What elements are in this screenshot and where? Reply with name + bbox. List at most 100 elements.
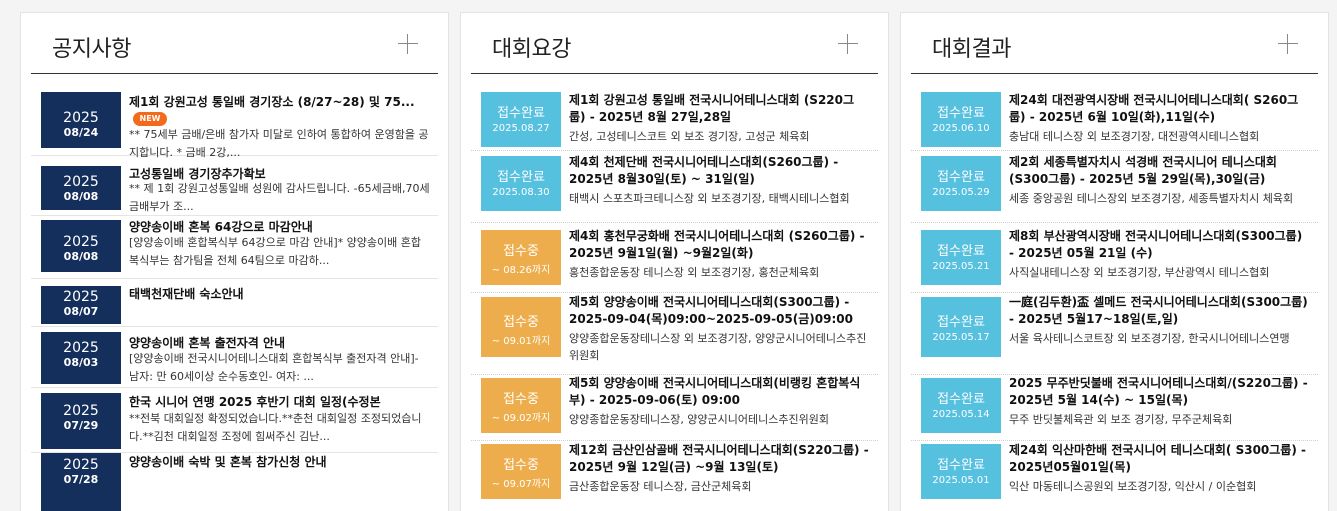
badge-date: ~ 09.02까지 [491,413,551,424]
notice-desc: ** 제 1회 강원고성통일배 성원에 감사드립니다. -65세금배,70세금배… [129,182,430,213]
status-badge: 접수중 ~ 09.02까지 [481,378,561,433]
result-venue: 세종 중앙공원 테니스장외 보조경기장, 세종특별자치시 체육회 [1009,192,1294,205]
notice-date-year: 2025 [63,403,99,419]
results-panel-title: 대회결과 [932,37,1011,62]
result-item[interactable]: 접수완료 2025.05.17 一庭(김두환)盃 셀메드 전국시니어테니스대회(… [911,293,1318,375]
badge-date: ~ 08.26까지 [491,265,551,276]
notice-desc: **전북 대회일정 확정되었습니다.**춘천 대회일정 조정되었습니다.**김천… [129,412,422,443]
notice-date: 2025 07/29 [41,393,121,449]
badge-status: 접수완료 [937,315,985,330]
result-title: 一庭(김두환)盃 셀메드 전국시니어테니스대회(S300그룹) - 2025년 … [1009,295,1308,326]
notice-item[interactable]: 2025 08/24 제1회 강원고성 통일배 경기장소 (8/27~28) 및… [31,74,438,159]
result-title: 제24회 익산마한배 전국시니어 테니스대회( S300그룹) - 2025년0… [1009,443,1306,474]
notice-date-year: 2025 [63,340,99,356]
badge-status: 접수완료 [937,106,985,121]
notice-item[interactable]: 2025 08/03 양양송이배 혼복 출전자격 안내 [양양송이배 전국시니어… [31,327,438,388]
results-panel: 대회결과 접수완료 2025.06.10 제24회 대전광역시장배 전국시니어테… [900,12,1329,511]
guideline-item[interactable]: 접수중 ~ 09.07까지 제12회 금산인삼골배 전국시니어테니스대회(S22… [471,441,878,511]
status-badge: 접수완료 2025.08.27 [481,92,561,147]
notice-item[interactable]: 2025 08/07 태백천재단배 숙소안내 [31,279,438,327]
notice-title: 양양송이배 혼복 64강으로 마감안내 [129,220,313,234]
guideline-title: 제5회 양양송이배 전국시니어테니스대회(비랭킹 혼합복식부) - 2025-0… [569,376,861,407]
badge-date: 2025.08.30 [492,187,550,198]
badge-status: 접수중 [503,458,539,473]
guideline-title: 제4회 홍천무궁화배 전국시니어테니스대회 (S260그룹) - 2025년 9… [569,229,865,260]
status-badge: 접수완료 2025.08.30 [481,156,561,211]
notice-date: 2025 08/08 [41,166,121,210]
notice-date: 2025 08/08 [41,220,121,272]
badge-date: 2025.05.29 [932,187,990,198]
guidelines-panel-header: 대회요강 [471,13,878,74]
notice-date: 2025 07/28 [41,453,121,511]
guideline-item[interactable]: 접수중 ~ 09.01까지 제5회 양양송이배 전국시니어테니스대회(S300그… [471,293,878,375]
notice-item[interactable]: 2025 07/29 한국 시니어 연맹 2025 후반기 대회 일정(수정본 … [31,388,438,453]
badge-status: 접수중 [503,392,539,407]
notice-item[interactable]: 2025 08/08 양양송이배 혼복 64강으로 마감안내 [양양송이배 혼합… [31,216,438,279]
notice-date-year: 2025 [63,110,99,126]
guidelines-panel: 대회요강 접수완료 2025.08.27 제1회 강원고성 통일배 전국시니어테… [460,12,889,511]
notice-title: 태백천재단배 숙소안내 [129,287,244,301]
notice-date-year: 2025 [63,234,99,250]
guideline-item[interactable]: 접수중 ~ 09.02까지 제5회 양양송이배 전국시니어테니스대회(비랭킹 혼… [471,375,878,441]
results-list: 접수완료 2025.06.10 제24회 대전광역시장배 전국시니어테니스대회(… [911,91,1318,511]
notice-item[interactable]: 2025 07/28 양양송이배 숙박 및 혼복 참가신청 안내 [31,453,438,511]
badge-status: 접수완료 [937,392,985,407]
result-item[interactable]: 접수완료 2025.05.29 제2회 세종특별자치시 석경배 전국시니어 테니… [911,151,1318,223]
notice-more-plus-icon[interactable] [398,34,418,54]
status-badge: 접수완료 2025.05.17 [921,297,1001,357]
guidelines-more-plus-icon[interactable] [838,34,858,54]
notice-date: 2025 08/03 [41,332,121,384]
notice-date-year: 2025 [63,289,99,305]
badge-date: 2025.06.10 [932,123,990,134]
notice-date-md: 08/08 [63,250,99,263]
badge-date: 2025.08.27 [492,123,550,134]
notice-desc: [양양송이배 전국시니어테니스대회 혼합복식부 출전자격 안내]- 남자: 만 … [129,352,419,383]
notice-date-md: 07/29 [63,419,99,432]
guideline-item[interactable]: 접수중 ~ 08.26까지 제4회 홍천무궁화배 전국시니어테니스대회 (S26… [471,223,878,293]
badge-date: ~ 09.01까지 [491,336,551,347]
result-item[interactable]: 접수완료 2025.05.01 제24회 익산마한배 전국시니어 테니스대회( … [911,441,1318,511]
badge-date: 2025.05.21 [932,261,990,272]
notice-date-year: 2025 [63,457,99,473]
badge-status: 접수중 [503,315,539,330]
notice-title: 한국 시니어 연맹 2025 후반기 대회 일정(수정본 [129,395,381,409]
status-badge: 접수완료 2025.05.14 [921,378,1001,433]
results-panel-header: 대회결과 [911,13,1318,74]
result-title: 제24회 대전광역시장배 전국시니어테니스대회( S260그룹) - 2025년… [1009,93,1299,124]
notice-date-md: 07/28 [63,473,99,486]
result-item[interactable]: 접수완료 2025.05.21 제8회 부산광역시장배 전국시니어테니스대회(S… [911,223,1318,293]
status-badge: 접수완료 2025.05.01 [921,444,1001,499]
notice-item[interactable]: 2025 08/08 고성통일배 경기장추가확보 ** 제 1회 강원고성통일배… [31,156,438,216]
notice-date: 2025 08/24 [41,92,121,148]
guideline-venue: 양양종합운동장테니스장, 양양군시니어테니스추진위원회 [569,413,829,426]
guideline-item[interactable]: 접수완료 2025.08.27 제1회 강원고성 통일배 전국시니어테니스대회 … [471,91,878,151]
guideline-venue: 간성, 고성테니스코트 외 보조 경기장, 고성군 체육회 [569,130,810,143]
result-title: 제8회 부산광역시장배 전국시니어테니스대회(S300그룹) - 2025년 0… [1009,229,1303,260]
guideline-venue: 홍천종합운동장 테니스장 외 보조경기장, 홍천군체육회 [569,266,820,279]
badge-date: 2025.05.01 [932,475,990,486]
result-item[interactable]: 접수완료 2025.06.10 제24회 대전광역시장배 전국시니어테니스대회(… [911,91,1318,151]
status-badge: 접수중 ~ 09.07까지 [481,444,561,499]
guideline-title: 제5회 양양송이배 전국시니어테니스대회(S300그룹) - 2025-09-0… [569,295,853,326]
result-venue: 서울 육사테니스코트장 외 보조경기장, 한국시니어테니스연맹 [1009,332,1290,345]
guidelines-panel-title: 대회요강 [492,37,571,62]
notice-date-md: 08/08 [63,190,99,203]
badge-date: 2025.05.17 [932,332,990,343]
result-item[interactable]: 접수완료 2025.05.14 2025 무주반딧불배 전국시니어테니스대회/(… [911,375,1318,441]
guideline-venue: 태백시 스포츠파크테니스장 외 보조경기장, 태백시테니스협회 [569,192,850,205]
notice-desc: [양양송이배 혼합복식부 64강으로 마감 안내]* 양양송이배 혼합복식부는 … [129,236,421,267]
notice-date: 2025 08/07 [41,286,121,324]
badge-status: 접수중 [503,244,539,259]
guidelines-list: 접수완료 2025.08.27 제1회 강원고성 통일배 전국시니어테니스대회 … [471,91,878,511]
badge-status: 접수완료 [937,244,985,259]
result-title: 제2회 세종특별자치시 석경배 전국시니어 테니스대회(S300그룹) - 20… [1009,155,1277,186]
results-more-plus-icon[interactable] [1278,34,1298,54]
notice-title: 양양송이배 혼복 출전자격 안내 [129,336,286,350]
status-badge: 접수완료 2025.05.29 [921,156,1001,211]
guideline-item[interactable]: 접수완료 2025.08.30 제4회 천제단배 전국시니어테니스대회(S260… [471,151,878,223]
guideline-title: 제12회 금산인삼골배 전국시니어테니스대회(S220그룹) - 2025년 9… [569,443,869,474]
status-badge: 접수중 ~ 08.26까지 [481,230,561,285]
notice-title: 제1회 강원고성 통일배 경기장소 (8/27~28) 및 75... [129,95,415,109]
notice-panel-header: 공지사항 [31,13,438,74]
status-badge: 접수중 ~ 09.01까지 [481,297,561,357]
